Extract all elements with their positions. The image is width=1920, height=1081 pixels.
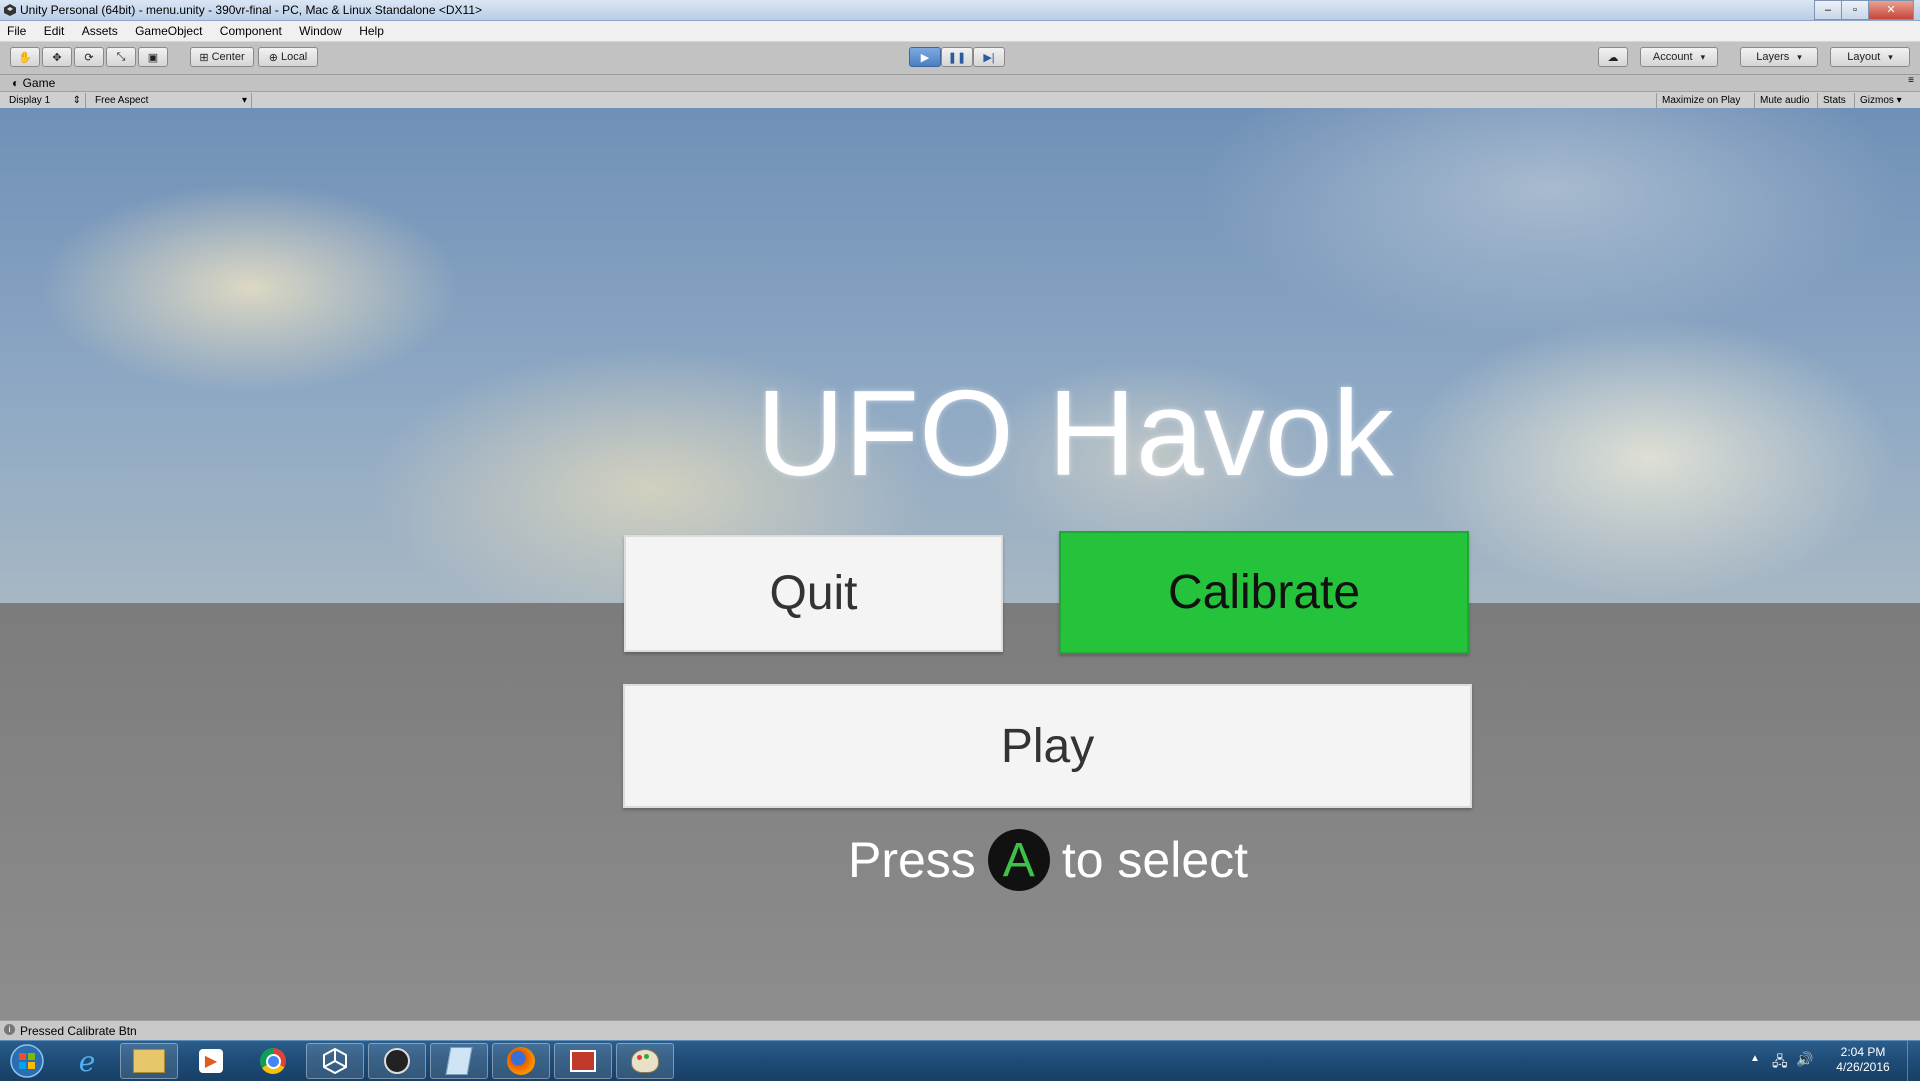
menu-file[interactable]: File xyxy=(0,21,33,41)
paint-icon[interactable] xyxy=(616,1043,674,1079)
layout-label: Layout xyxy=(1847,51,1881,63)
menu-bar: File Edit Assets GameObject Component Wi… xyxy=(0,21,1920,42)
pivot-center-button[interactable]: ⊞ Center xyxy=(190,47,254,67)
status-bar[interactable]: i Pressed Calibrate Btn xyxy=(0,1020,1920,1040)
rotate-icon[interactable]: ⟳ xyxy=(74,47,104,67)
play-label: Play xyxy=(1000,719,1095,773)
a-button-label: A xyxy=(1002,833,1035,887)
gizmos-dropdown[interactable]: Gizmos ▾ xyxy=(1854,93,1907,108)
cloud-icon: ☁ xyxy=(1607,51,1619,64)
unity-app-icon xyxy=(4,4,16,16)
show-hidden-icons-icon[interactable]: ▲ xyxy=(1750,1053,1760,1064)
stats-label: Stats xyxy=(1823,95,1846,106)
unity-logo-icon xyxy=(323,1047,347,1075)
gizmos-label: Gizmos xyxy=(1860,95,1894,106)
toolbar: ✋ ✥ ⟳ ⤡ ▣ ⊞ Center ⊕ Local ▶ ❚❚ ▶| ☁ Acc… xyxy=(0,42,1920,75)
system-tray: ▲ 🖧 🔊 2:04 PM 4/26/2016 xyxy=(1750,1041,1920,1081)
select-hint: Press A to select xyxy=(848,829,1249,891)
ground-plane xyxy=(0,603,1920,1020)
notepad-icon[interactable] xyxy=(430,1043,488,1079)
video-editor-icon[interactable] xyxy=(554,1043,612,1079)
menu-window[interactable]: Window xyxy=(292,21,349,41)
step-button[interactable]: ▶| xyxy=(973,47,1005,67)
unity-icon[interactable] xyxy=(306,1043,364,1079)
tab-game[interactable]: ◐ Game xyxy=(6,76,61,90)
cloud-button[interactable]: ☁ xyxy=(1598,47,1628,67)
panel-menu-icon[interactable]: ≡ xyxy=(1908,75,1914,86)
firefox-icon[interactable] xyxy=(492,1043,550,1079)
space-label: Local xyxy=(280,51,308,63)
network-icon[interactable]: 🖧 xyxy=(1772,1051,1788,1075)
pause-icon: ❚❚ xyxy=(947,51,967,64)
a-button-icon: A xyxy=(987,829,1050,891)
clock[interactable]: 2:04 PM 4/26/2016 xyxy=(1828,1045,1898,1075)
calibrate-label: Calibrate xyxy=(1167,566,1361,619)
media-player-icon[interactable]: ▶ xyxy=(182,1043,240,1079)
game-title: UFO Havok xyxy=(756,365,1394,501)
game-tab-icon: ◐ xyxy=(12,76,20,90)
display-select[interactable]: Display 1 ⇕ xyxy=(4,93,86,108)
mute-audio-label: Mute audio xyxy=(1760,95,1810,106)
updown-icon: ⇕ xyxy=(72,95,81,106)
close-icon[interactable]: ✕ xyxy=(1868,0,1914,20)
info-icon: i xyxy=(4,1024,15,1035)
rect-icon[interactable]: ▣ xyxy=(138,47,168,67)
minimize-icon[interactable]: – xyxy=(1814,0,1842,20)
pause-button[interactable]: ❚❚ xyxy=(941,47,973,67)
game-tab-strip: ◐ Game ≡ xyxy=(0,75,1920,91)
file-explorer-icon[interactable] xyxy=(120,1043,178,1079)
menu-edit[interactable]: Edit xyxy=(37,21,72,41)
layout-dropdown[interactable]: Layout xyxy=(1830,47,1910,67)
scale-icon[interactable]: ⤡ xyxy=(106,47,136,67)
calibrate-button[interactable]: Calibrate xyxy=(1059,531,1469,654)
chrome-icon[interactable] xyxy=(244,1043,302,1079)
mute-audio-toggle[interactable]: Mute audio xyxy=(1754,93,1814,108)
pivot-icon: ⊞ xyxy=(199,51,209,64)
maximize-icon[interactable]: ▫ xyxy=(1841,0,1869,20)
layers-dropdown[interactable]: Layers xyxy=(1740,47,1818,67)
hint-suffix: to select xyxy=(1061,832,1249,888)
play-icon: ▶ xyxy=(920,51,930,64)
menu-gameobject[interactable]: GameObject xyxy=(128,21,209,41)
game-tab-label: Game xyxy=(22,76,56,90)
internet-explorer-icon[interactable]: e xyxy=(58,1043,116,1079)
menu-assets[interactable]: Assets xyxy=(75,21,125,41)
clock-date: 4/26/2016 xyxy=(1836,1060,1890,1074)
step-icon: ▶| xyxy=(983,51,995,64)
stats-toggle[interactable]: Stats xyxy=(1817,93,1851,108)
move-icon[interactable]: ✥ xyxy=(42,47,72,67)
sky-background xyxy=(0,108,1920,603)
play-button[interactable]: ▶ xyxy=(909,47,941,67)
layers-label: Layers xyxy=(1756,51,1790,63)
status-message: Pressed Calibrate Btn xyxy=(20,1024,137,1038)
quit-button[interactable]: Quit xyxy=(624,535,1003,652)
game-view[interactable]: UFO Havok Quit Calibrate Play Press A to… xyxy=(0,108,1920,1020)
window-title: Unity Personal (64bit) - menu.unity - 39… xyxy=(20,3,482,17)
aspect-label: Free Aspect xyxy=(95,95,149,106)
maximize-on-play-label: Maximize on Play xyxy=(1662,95,1741,106)
account-dropdown[interactable]: Account xyxy=(1640,47,1718,67)
aspect-select[interactable]: Free Aspect ▾ xyxy=(90,93,252,108)
maximize-on-play-toggle[interactable]: Maximize on Play xyxy=(1656,93,1745,108)
local-icon: ⊕ xyxy=(268,51,278,64)
obs-icon[interactable] xyxy=(368,1043,426,1079)
start-button[interactable] xyxy=(4,1042,50,1080)
account-label: Account xyxy=(1652,51,1693,63)
quit-label: Quit xyxy=(769,567,858,620)
volume-icon[interactable]: 🔊 xyxy=(1796,1051,1813,1068)
dropdown-icon: ▾ xyxy=(241,95,247,106)
display-label: Display 1 xyxy=(9,95,51,106)
clock-time: 2:04 PM xyxy=(1840,1045,1886,1059)
window-title-bar: Unity Personal (64bit) - menu.unity - 39… xyxy=(0,0,1920,21)
hint-prefix: Press xyxy=(848,832,976,888)
play-game-button[interactable]: Play xyxy=(623,684,1472,808)
menu-component[interactable]: Component xyxy=(213,21,289,41)
menu-help[interactable]: Help xyxy=(352,21,391,41)
hand-icon[interactable]: ✋ xyxy=(10,47,40,67)
show-desktop-button[interactable] xyxy=(1907,1041,1920,1081)
taskbar: e ▶ ▲ 🖧 🔊 2:04 PM 4/26/2016 xyxy=(0,1040,1920,1081)
pivot-label: Center xyxy=(211,51,245,63)
space-local-button[interactable]: ⊕ Local xyxy=(258,47,318,67)
